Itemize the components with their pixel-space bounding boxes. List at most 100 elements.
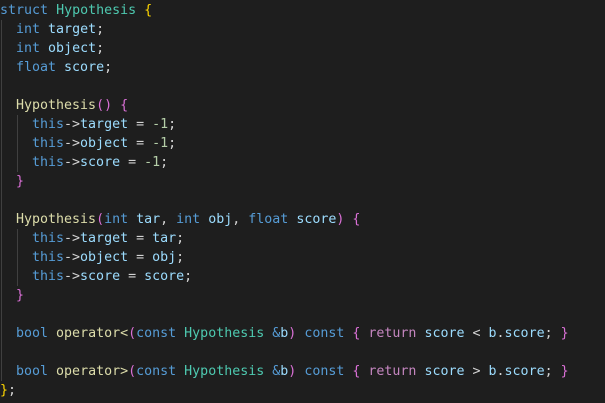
indent-guide xyxy=(1,305,2,324)
code-token: score xyxy=(80,269,121,284)
code-token: ; xyxy=(544,326,561,341)
code-text: this->score = score; xyxy=(0,267,192,286)
code-editor[interactable]: struct Hypothesis {int target; int object… xyxy=(0,0,605,403)
code-text: this->target = tar; xyxy=(0,229,184,248)
indent-guide xyxy=(1,343,2,362)
code-line[interactable] xyxy=(0,77,605,96)
code-token: } xyxy=(560,364,569,379)
code-token: int xyxy=(104,212,129,227)
code-token: target xyxy=(80,231,129,246)
code-line[interactable]: bool operator<(const Hypothesis &b) cons… xyxy=(0,324,605,343)
code-token: score xyxy=(80,155,121,170)
code-token: ; xyxy=(176,250,185,265)
code-token: { xyxy=(120,98,129,113)
code-line[interactable] xyxy=(0,343,605,362)
code-token: this xyxy=(32,231,65,246)
code-token: -> xyxy=(64,136,81,151)
code-line[interactable]: int object; xyxy=(0,39,605,58)
code-line[interactable]: this->object = -1; xyxy=(0,134,605,153)
code-line[interactable]: this->target = tar; xyxy=(0,229,605,248)
code-token: , xyxy=(232,212,249,227)
code-token: ; xyxy=(168,117,177,132)
code-token: = xyxy=(120,269,145,284)
code-text: int target; xyxy=(0,20,104,39)
code-text: bool operator>(const Hypothesis &b) cons… xyxy=(0,362,569,381)
code-token: score xyxy=(424,326,465,341)
code-token: = xyxy=(128,231,153,246)
code-token: float xyxy=(248,212,289,227)
code-token: score xyxy=(504,326,545,341)
code-token: < xyxy=(464,326,489,341)
code-line[interactable]: struct Hypothesis { xyxy=(0,1,605,20)
code-line[interactable]: Hypothesis(int tar, int obj, float score… xyxy=(0,210,605,229)
code-token: } xyxy=(560,326,569,341)
code-token: . xyxy=(496,364,505,379)
code-token: target xyxy=(80,117,129,132)
code-line[interactable]: }; xyxy=(0,381,605,400)
code-token: tar xyxy=(152,231,177,246)
code-line[interactable]: this->score = score; xyxy=(0,267,605,286)
code-token: -> xyxy=(64,231,81,246)
code-token: ; xyxy=(184,269,193,284)
code-token: Hypothesis xyxy=(184,326,265,341)
code-token: return xyxy=(368,326,417,341)
code-token: struct xyxy=(0,3,49,18)
indent-guide xyxy=(1,191,2,210)
indent-guide xyxy=(1,77,2,96)
code-line[interactable]: bool operator>(const Hypothesis &b) cons… xyxy=(0,362,605,381)
code-text: }; xyxy=(0,381,16,400)
code-text: struct Hypothesis { xyxy=(0,1,152,20)
code-token: float xyxy=(16,60,57,75)
code-token: const xyxy=(304,326,345,341)
code-token: object xyxy=(80,136,129,151)
code-token: ; xyxy=(544,364,561,379)
code-line[interactable]: this->target = -1; xyxy=(0,115,605,134)
code-token: -> xyxy=(64,250,81,265)
code-token: = xyxy=(128,250,153,265)
code-token: score xyxy=(504,364,545,379)
code-token: int xyxy=(176,212,201,227)
code-line[interactable]: this->score = -1; xyxy=(0,153,605,172)
code-line[interactable]: float score; xyxy=(0,58,605,77)
code-token: = xyxy=(128,117,153,132)
code-token: . xyxy=(496,326,505,341)
code-token: target xyxy=(48,22,97,37)
code-token: operator< xyxy=(56,326,129,341)
code-token: this xyxy=(32,117,65,132)
code-token: -> xyxy=(64,155,81,170)
code-line[interactable] xyxy=(0,191,605,210)
code-line[interactable] xyxy=(0,305,605,324)
code-token: = xyxy=(120,155,145,170)
code-token: this xyxy=(32,269,65,284)
code-token: { xyxy=(352,212,361,227)
code-token: const xyxy=(304,364,345,379)
code-token: b xyxy=(488,326,497,341)
code-token: bool xyxy=(16,326,49,341)
code-token: -1 xyxy=(152,117,169,132)
code-line[interactable]: Hypothesis() { xyxy=(0,96,605,115)
code-token: ; xyxy=(160,155,169,170)
code-token: score xyxy=(424,364,465,379)
code-token: ; xyxy=(168,136,177,151)
code-token: > xyxy=(464,364,489,379)
code-token: this xyxy=(32,155,65,170)
code-token: ; xyxy=(104,60,113,75)
code-line[interactable]: } xyxy=(0,286,605,305)
code-line[interactable]: this->object = obj; xyxy=(0,248,605,267)
code-token: Hypothesis xyxy=(16,98,97,113)
code-token: score xyxy=(144,269,185,284)
code-token: } xyxy=(16,288,25,303)
code-token: = xyxy=(128,136,153,151)
code-token: -> xyxy=(64,117,81,132)
code-token: Hypothesis xyxy=(56,3,137,18)
code-token: const xyxy=(136,364,177,379)
code-line[interactable]: int target; xyxy=(0,20,605,39)
code-text: bool operator<(const Hypothesis &b) cons… xyxy=(0,324,569,343)
code-line[interactable]: } xyxy=(0,172,605,191)
